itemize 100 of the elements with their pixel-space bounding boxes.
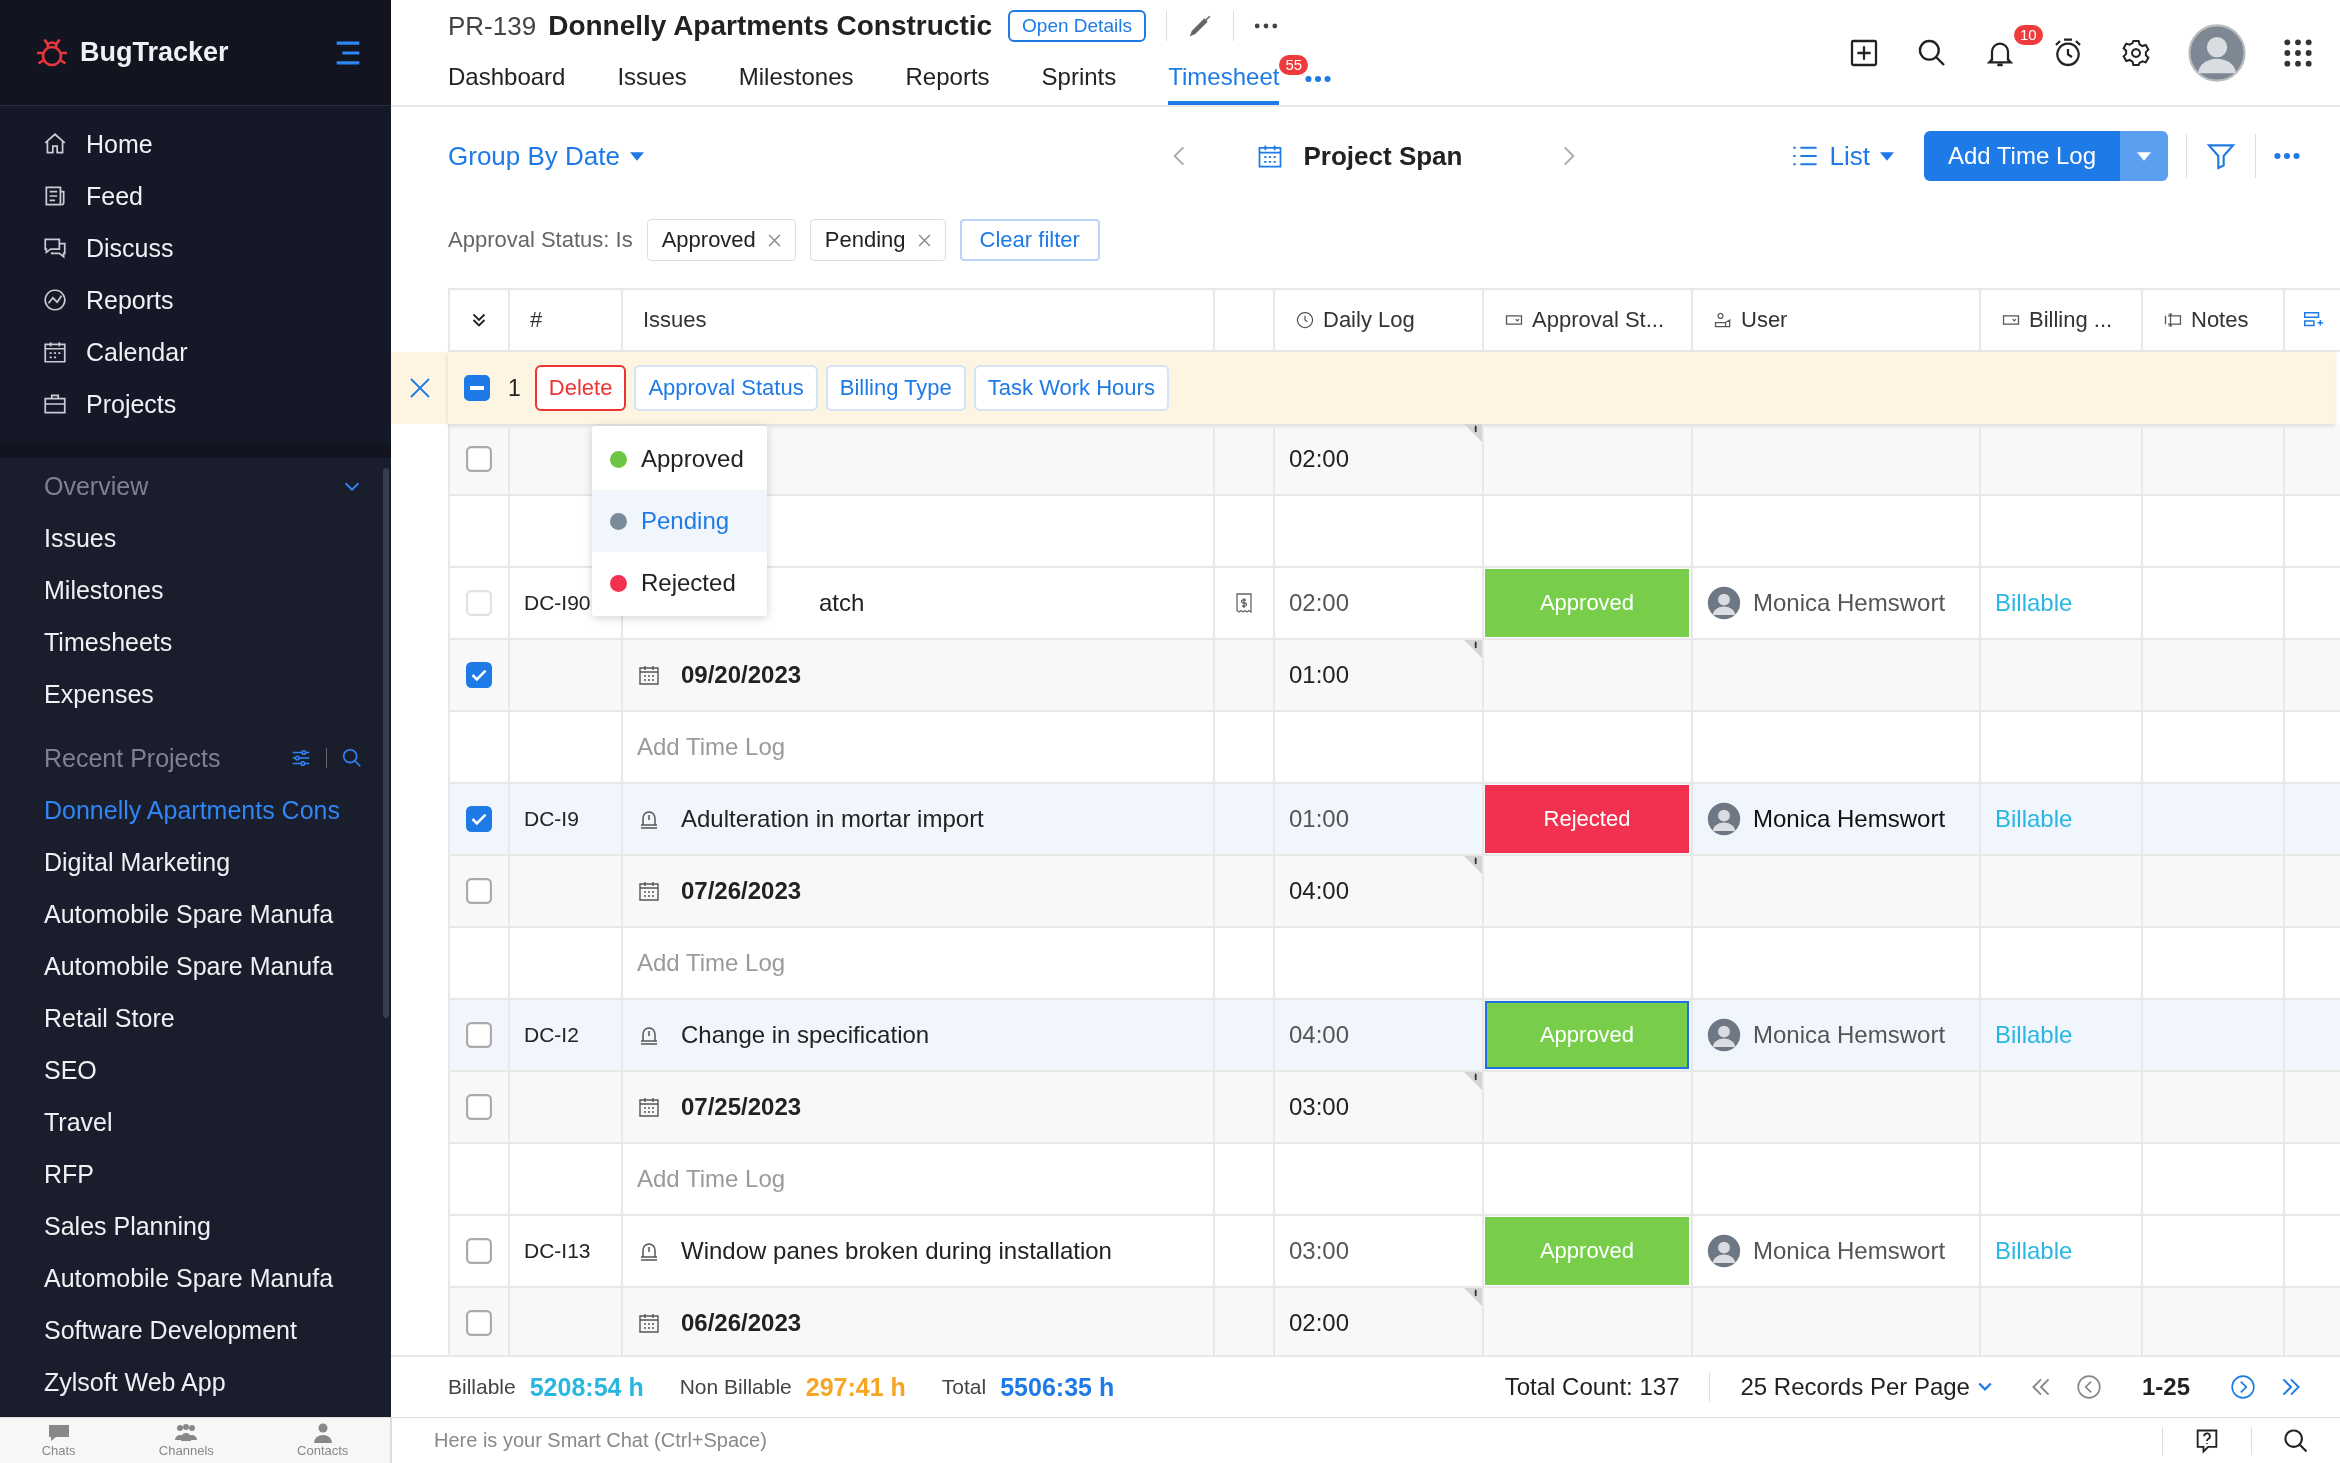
- issue-id: DC-I2: [524, 1023, 579, 1047]
- filter-chip[interactable]: Pending: [809, 219, 946, 261]
- more-icon[interactable]: [1305, 75, 1332, 83]
- project-item[interactable]: Travel: [0, 1096, 391, 1148]
- checkbox[interactable]: [466, 446, 492, 472]
- close-icon[interactable]: [407, 376, 432, 400]
- project-item[interactable]: Sales Planning: [0, 1200, 391, 1252]
- avatar[interactable]: [2188, 23, 2246, 82]
- checkbox[interactable]: [466, 1238, 492, 1264]
- info-corner-icon[interactable]: [1464, 640, 1482, 658]
- issue-title[interactable]: Window panes broken during installation: [681, 1237, 1112, 1265]
- info-corner-icon[interactable]: [1464, 424, 1482, 442]
- tab[interactable]: Milestones: [738, 63, 854, 105]
- calendar-icon: [637, 1311, 661, 1335]
- brand-name: BugTracker: [80, 37, 229, 68]
- issue-title[interactable]: Change in specification: [681, 1021, 930, 1049]
- info-corner-icon[interactable]: [1464, 1072, 1482, 1090]
- avatar: [1707, 586, 1741, 620]
- tab[interactable]: Sprints: [1041, 63, 1117, 105]
- open-details-button[interactable]: Open Details: [1008, 10, 1146, 42]
- column-header[interactable]: Notes: [2143, 290, 2285, 350]
- menu-item[interactable]: Approved: [592, 428, 767, 490]
- next-page-icon[interactable]: [2230, 1374, 2256, 1400]
- nav-item[interactable]: Calendar: [0, 326, 391, 378]
- info-corner-icon[interactable]: [1464, 1288, 1482, 1306]
- nav-item[interactable]: Feed: [0, 170, 391, 222]
- tab[interactable]: Timesheet: [1168, 63, 1280, 105]
- project-item[interactable]: Software Development: [0, 1304, 391, 1356]
- column-header[interactable]: Approval St...: [1484, 290, 1693, 350]
- total-label: Total: [941, 1375, 987, 1399]
- checkbox[interactable]: [466, 662, 492, 688]
- project-item[interactable]: RFP: [0, 1148, 391, 1200]
- view-dropdown[interactable]: List: [1791, 140, 1894, 172]
- nav-item[interactable]: Home: [0, 118, 391, 170]
- smart-chat-field[interactable]: Here is your Smart Chat (Ctrl+Space): [432, 1428, 1036, 1453]
- project-item[interactable]: Automobile Spare Manufa: [0, 940, 391, 992]
- project-item[interactable]: Zylsoft Web App: [0, 1356, 391, 1408]
- filter-chip[interactable]: Approved: [646, 219, 796, 261]
- project-item[interactable]: Digital Marketing: [0, 836, 391, 888]
- action-button[interactable]: Approval Status: [634, 365, 818, 411]
- app-grid-icon[interactable]: [2282, 36, 2314, 69]
- column-header[interactable]: #: [510, 290, 623, 350]
- select-all-checkbox[interactable]: [464, 375, 490, 401]
- close-icon[interactable]: [917, 233, 931, 247]
- previous-page-icon[interactable]: [2075, 1374, 2102, 1400]
- column-header[interactable]: User: [1693, 290, 1981, 350]
- dropdown-button[interactable]: [2120, 131, 2168, 181]
- tab[interactable]: Dashboard: [448, 63, 566, 105]
- sidebar-item[interactable]: Milestones: [0, 564, 391, 616]
- checkbox[interactable]: [466, 878, 492, 904]
- more-icon[interactable]: [2274, 152, 2300, 160]
- add-time-log-button[interactable]: Add Time Log: [1923, 131, 2120, 181]
- chat-bubble-icon: [46, 1423, 71, 1443]
- checkbox[interactable]: [466, 1022, 492, 1048]
- project-item[interactable]: Automobile Spare Manufa: [0, 888, 391, 940]
- sidebar-item[interactable]: Timesheets: [0, 616, 391, 668]
- issue-id: DC-I9: [524, 807, 579, 831]
- checkbox[interactable]: [466, 1310, 492, 1336]
- sidebar-item[interactable]: Expenses: [0, 668, 391, 720]
- daily-log-value: 01:00: [1289, 661, 1350, 689]
- sliders-icon[interactable]: [290, 747, 312, 769]
- billing-type: Billable: [1995, 1237, 2073, 1265]
- date-label: 07/26/2023: [681, 877, 802, 905]
- calendar-icon: [42, 339, 68, 365]
- column-header[interactable]: Daily Log: [1275, 290, 1484, 350]
- user-name: Monica Hemswort: [1753, 1237, 1946, 1265]
- daily-log-value: 03:00: [1289, 1093, 1350, 1121]
- menu-item[interactable]: Pending: [592, 490, 767, 552]
- action-button[interactable]: Billing Type: [825, 365, 966, 411]
- clock-icon: [1295, 310, 1315, 330]
- daily-log-value: 03:00: [1289, 1237, 1350, 1265]
- more-icon[interactable]: [1253, 22, 1278, 30]
- daily-log-value: 04:00: [1289, 1021, 1350, 1049]
- project-item[interactable]: Retail Store: [0, 992, 391, 1044]
- tab[interactable]: Reports: [905, 63, 990, 105]
- action-button[interactable]: Task Work Hours: [973, 365, 1169, 411]
- user-name: Monica Hemswort: [1753, 589, 1946, 617]
- total-value: 297:41 h: [805, 1372, 906, 1402]
- approval-status[interactable]: Rejected: [1485, 785, 1689, 853]
- nav-item[interactable]: Projects: [0, 378, 391, 430]
- action-button[interactable]: Delete: [534, 365, 627, 411]
- info-corner-icon[interactable]: [1464, 856, 1482, 874]
- project-item[interactable]: Donnelly Apartments Cons: [0, 784, 391, 836]
- close-icon[interactable]: [767, 233, 781, 247]
- checkbox[interactable]: [466, 1094, 492, 1120]
- issue-id: DC-I90: [524, 591, 591, 615]
- project-item[interactable]: Automobile Spare Manufa: [0, 1252, 391, 1304]
- group-by-dropdown[interactable]: Group By Date: [448, 140, 644, 172]
- checkbox[interactable]: [466, 806, 492, 832]
- column-header[interactable]: Billing ...: [1981, 290, 2143, 350]
- clear-filter-button[interactable]: Clear filter: [959, 219, 1100, 261]
- project-item[interactable]: SEO: [0, 1044, 391, 1096]
- column-header[interactable]: Issues: [623, 290, 1215, 350]
- nav-item[interactable]: Discuss: [0, 222, 391, 274]
- records-per-page-dropdown[interactable]: 25 Records Per Page: [1740, 1373, 1992, 1401]
- menu-item[interactable]: Rejected: [592, 552, 767, 614]
- sidebar-item[interactable]: Issues: [0, 512, 391, 564]
- tab[interactable]: Issues: [617, 63, 687, 105]
- nav-item[interactable]: Reports: [0, 274, 391, 326]
- issue-title[interactable]: Adulteration in mortar import: [681, 805, 984, 833]
